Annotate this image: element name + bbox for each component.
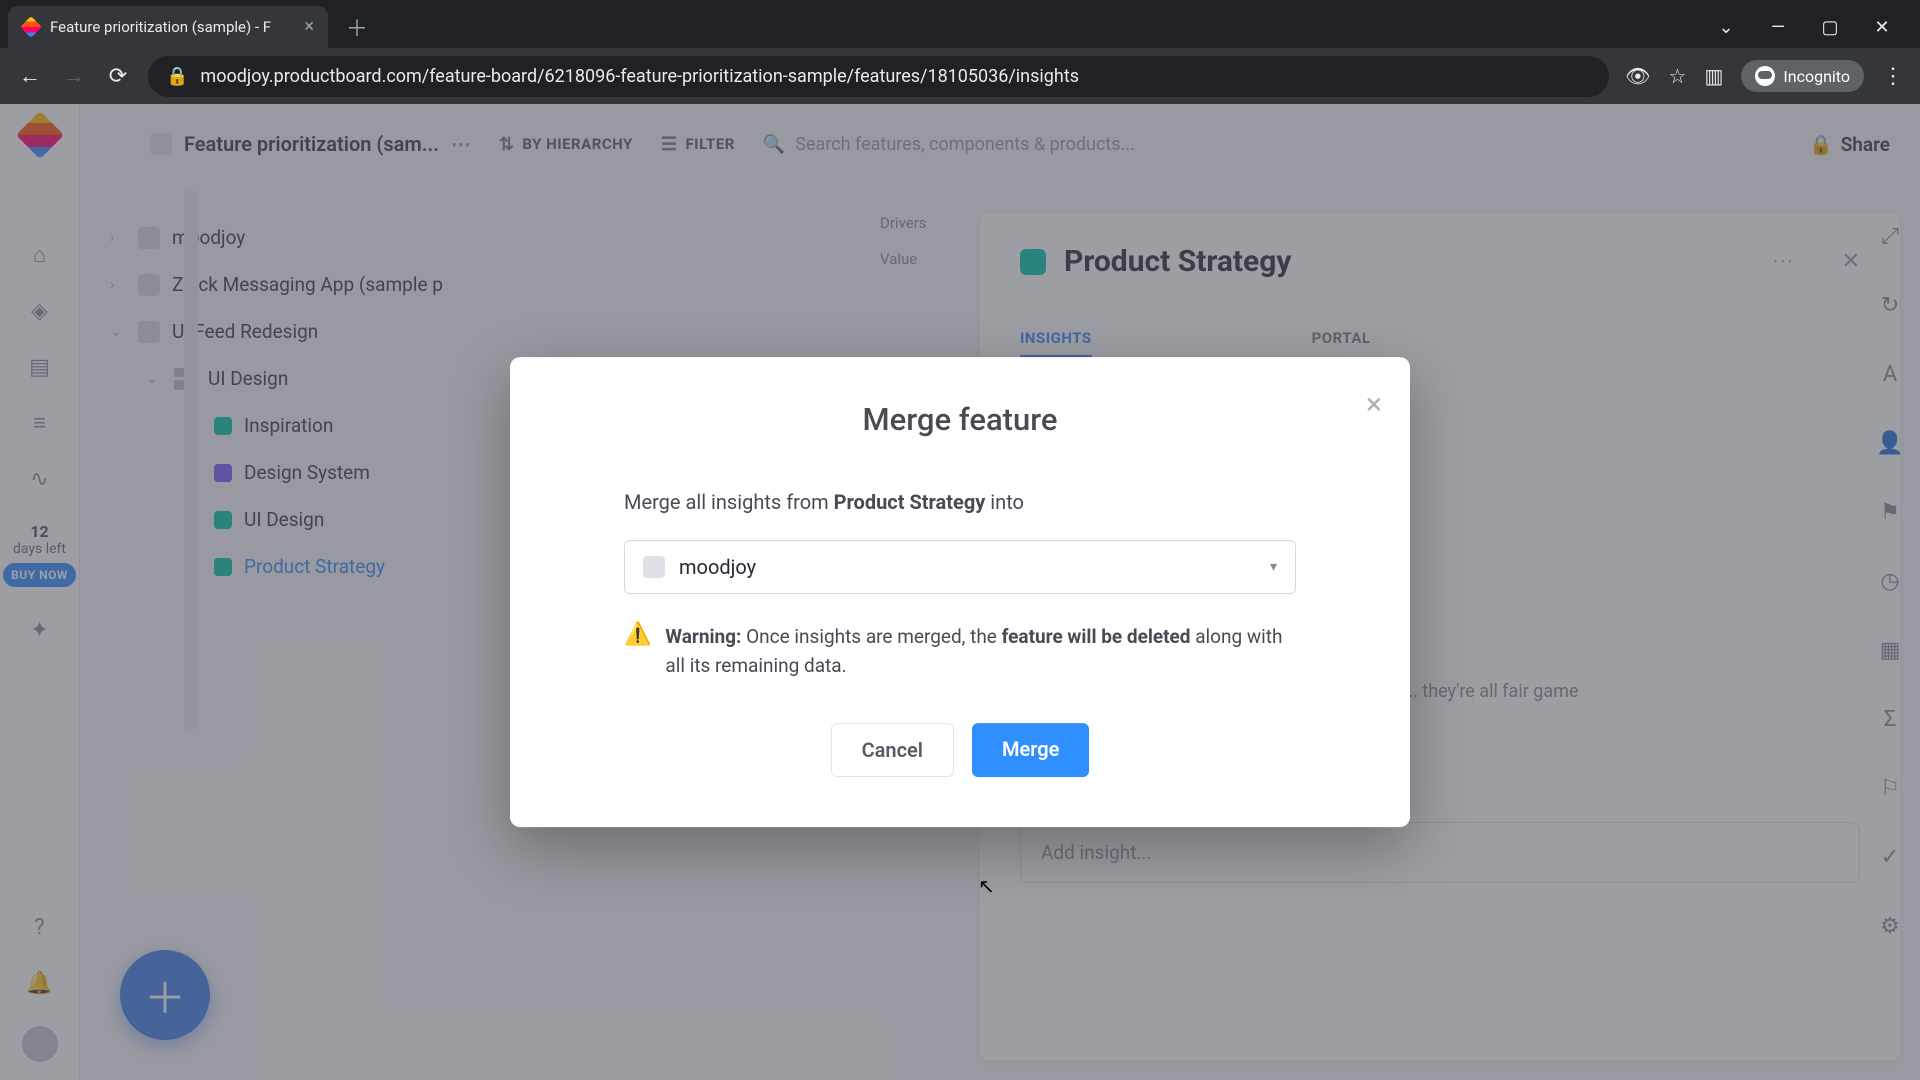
forward-button[interactable]: → xyxy=(60,63,88,89)
lock-icon: 🔒 xyxy=(166,66,188,87)
new-tab-button[interactable]: ＋ xyxy=(336,7,378,47)
select-value: moodjoy xyxy=(679,555,756,579)
extensions-icon[interactable]: ▥ xyxy=(1704,64,1723,88)
warning-bold: feature will be deleted xyxy=(1002,625,1191,648)
maximize-button[interactable]: ▢ xyxy=(1818,17,1842,38)
source-feature-name: Product Strategy xyxy=(834,490,986,514)
window-close-button[interactable]: ✕ xyxy=(1870,17,1894,38)
incognito-label: Incognito xyxy=(1783,67,1850,86)
chevron-down-icon: ▾ xyxy=(1270,559,1277,575)
incognito-badge: Incognito xyxy=(1741,60,1864,92)
close-icon[interactable]: × xyxy=(304,18,314,36)
url-field[interactable]: 🔒 moodjoy.productboard.com/feature-board… xyxy=(148,56,1609,97)
target-select[interactable]: moodjoy ▾ xyxy=(624,540,1296,594)
warning-row: ⚠️ Warning: Once insights are merged, th… xyxy=(624,622,1296,681)
browser-chrome: Feature prioritization (sample) - F × ＋ … xyxy=(0,0,1920,104)
address-bar: ← → ⟳ 🔒 moodjoy.productboard.com/feature… xyxy=(0,48,1920,104)
warning-icon: ⚠️ xyxy=(624,622,651,647)
warning-label: Warning: xyxy=(665,625,741,648)
merge-feature-modal: Merge feature × Merge all insights from … xyxy=(510,357,1410,827)
cancel-button[interactable]: Cancel xyxy=(831,723,954,777)
browser-menu-button[interactable]: ⋮ xyxy=(1882,64,1904,89)
modal-description: Merge all insights from Product Strategy… xyxy=(624,486,1296,518)
modal-title: Merge feature xyxy=(564,401,1356,438)
minimize-button[interactable]: — xyxy=(1766,17,1790,38)
tab-strip: Feature prioritization (sample) - F × ＋ … xyxy=(0,0,1920,48)
eye-off-icon[interactable]: 👁 xyxy=(1625,64,1650,88)
bookmark-icon[interactable]: ☆ xyxy=(1669,64,1687,88)
tab-title: Feature prioritization (sample) - F xyxy=(50,18,294,36)
browser-tab[interactable]: Feature prioritization (sample) - F × xyxy=(8,6,328,48)
chevron-down-icon[interactable]: ⌄ xyxy=(1714,17,1738,38)
incognito-icon xyxy=(1755,66,1775,86)
url-text: moodjoy.productboard.com/feature-board/6… xyxy=(200,66,1591,87)
back-button[interactable]: ← xyxy=(16,63,44,89)
reload-button[interactable]: ⟳ xyxy=(104,64,132,89)
favicon-icon xyxy=(20,16,42,38)
close-icon[interactable]: × xyxy=(1366,387,1382,422)
folder-icon xyxy=(643,556,665,578)
merge-button[interactable]: Merge xyxy=(972,723,1089,777)
window-controls: ⌄ — ▢ ✕ xyxy=(1714,17,1912,38)
app-viewport: ⌂ ◈ ▤ ≡ ∿ 12 days left BUY NOW ✦ ? 🔔 Fea… xyxy=(0,104,1920,1080)
